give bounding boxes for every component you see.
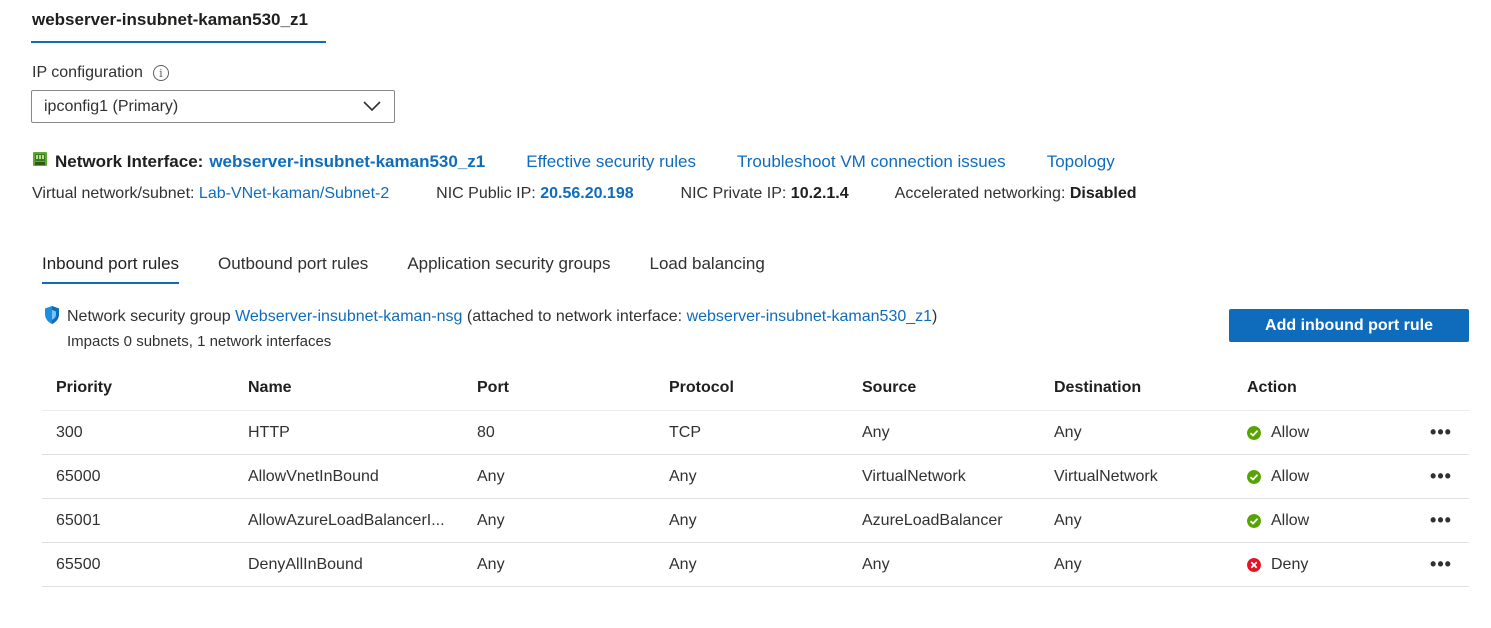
shield-icon xyxy=(45,306,59,324)
cell-priority: 65000 xyxy=(56,467,101,485)
header-priority[interactable]: Priority xyxy=(42,379,234,397)
private-ip-value: 10.2.1.4 xyxy=(790,185,849,202)
public-ip-label: NIC Public IP: xyxy=(436,185,536,202)
cell-source: Any xyxy=(862,555,890,573)
ip-configuration-selected: ipconfig1 (Primary) xyxy=(44,97,179,115)
more-icon[interactable]: ••• xyxy=(1413,466,1469,487)
header-port[interactable]: Port xyxy=(463,379,655,397)
ip-configuration-dropdown[interactable]: ipconfig1 (Primary) xyxy=(31,90,395,123)
nic-meta-line: Virtual network/subnet: Lab-VNet-kaman/S… xyxy=(32,185,1137,203)
nsg-description: Network security group Webserver-insubne… xyxy=(44,306,938,327)
vnet-subnet-link[interactable]: Lab-VNet-kaman/Subnet-2 xyxy=(199,185,389,202)
accelerated-networking-label: Accelerated networking: xyxy=(894,185,1066,202)
cell-destination: Any xyxy=(1054,423,1082,441)
cell-source: Any xyxy=(862,423,890,441)
nsg-nic-link[interactable]: webserver-insubnet-kaman530_z1 xyxy=(687,308,932,326)
cell-port: 80 xyxy=(477,423,495,441)
cell-action-label: Allow xyxy=(1271,423,1310,441)
table-row[interactable]: 65500 DenyAllInBound Any Any Any Any Den… xyxy=(42,543,1469,587)
cell-priority: 65001 xyxy=(56,511,101,529)
accelerated-networking-value: Disabled xyxy=(1069,185,1137,202)
troubleshoot-vm-connection-link[interactable]: Troubleshoot VM connection issues xyxy=(737,152,1006,172)
cell-name: AllowAzureLoadBalancerI... xyxy=(248,511,445,529)
cell-protocol: Any xyxy=(669,467,697,485)
network-interface-name-link[interactable]: webserver-insubnet-kaman530_z1 xyxy=(209,152,485,172)
more-icon[interactable]: ••• xyxy=(1413,554,1469,575)
topology-link[interactable]: Topology xyxy=(1047,152,1115,172)
cell-action: Allow xyxy=(1233,468,1413,486)
more-icon[interactable]: ••• xyxy=(1413,510,1469,531)
header-source[interactable]: Source xyxy=(848,379,1040,397)
nsg-impacts: Impacts 0 subnets, 1 network interfaces xyxy=(67,333,332,350)
table-row[interactable]: 65001 AllowAzureLoadBalancerI... Any Any… xyxy=(42,499,1469,543)
nsg-suffix: ) xyxy=(932,308,938,325)
cell-port: Any xyxy=(477,467,505,485)
tab-outbound-port-rules[interactable]: Outbound port rules xyxy=(218,254,368,284)
nsg-middle: (attached to network interface: xyxy=(466,308,683,325)
network-interface-label: Network Interface: xyxy=(55,152,204,171)
cell-name: HTTP xyxy=(248,423,290,441)
check-circle-icon xyxy=(1247,425,1261,440)
cell-action: Deny xyxy=(1233,556,1413,574)
check-circle-icon xyxy=(1247,513,1261,528)
cell-port: Any xyxy=(477,511,505,529)
header-destination[interactable]: Destination xyxy=(1040,379,1233,397)
cell-protocol: Any xyxy=(669,511,697,529)
private-ip-label: NIC Private IP: xyxy=(680,185,787,202)
ip-configuration-label-text: IP configuration xyxy=(32,64,143,81)
error-circle-icon xyxy=(1247,557,1261,572)
public-ip-link[interactable]: 20.56.20.198 xyxy=(540,185,633,202)
table-header: Priority Name Port Protocol Source Desti… xyxy=(42,366,1469,411)
cell-protocol: Any xyxy=(669,555,697,573)
nsg-prefix: Network security group xyxy=(67,308,231,325)
table-row[interactable]: 65000 AllowVnetInBound Any Any VirtualNe… xyxy=(42,455,1469,499)
cell-name: AllowVnetInBound xyxy=(248,467,379,485)
rules-tabs: Inbound port rules Outbound port rules A… xyxy=(42,254,804,284)
cell-destination: VirtualNetwork xyxy=(1054,467,1158,485)
add-inbound-port-rule-button[interactable]: Add inbound port rule xyxy=(1229,309,1469,342)
cell-action-label: Deny xyxy=(1271,555,1309,573)
cell-name: DenyAllInBound xyxy=(248,555,363,573)
cell-priority: 300 xyxy=(56,423,83,441)
nic-tab-underline xyxy=(31,41,326,43)
cell-action: Allow xyxy=(1233,424,1413,442)
more-icon[interactable]: ••• xyxy=(1413,422,1469,443)
header-name[interactable]: Name xyxy=(234,379,463,397)
tab-inbound-port-rules[interactable]: Inbound port rules xyxy=(42,254,180,284)
cell-protocol: TCP xyxy=(669,423,701,441)
network-interface-line: Network Interface: webserver-insubnet-ka… xyxy=(32,152,1115,172)
cell-source: VirtualNetwork xyxy=(862,467,966,485)
ip-configuration-label: IP configuration i xyxy=(32,64,169,82)
check-circle-icon xyxy=(1247,469,1261,484)
cell-action-label: Allow xyxy=(1271,467,1310,485)
tab-load-balancing[interactable]: Load balancing xyxy=(649,254,764,284)
cell-action-label: Allow xyxy=(1271,511,1310,529)
nsg-name-link[interactable]: Webserver-insubnet-kaman-nsg xyxy=(235,308,462,326)
cell-port: Any xyxy=(477,555,505,573)
cell-destination: Any xyxy=(1054,555,1082,573)
table-row[interactable]: 300 HTTP 80 TCP Any Any Allow ••• xyxy=(42,411,1469,455)
cell-source: AzureLoadBalancer xyxy=(862,511,1003,529)
nic-tab[interactable]: webserver-insubnet-kaman530_z1 xyxy=(32,10,308,30)
header-protocol[interactable]: Protocol xyxy=(655,379,848,397)
chevron-down-icon xyxy=(363,101,381,112)
tab-application-security-groups[interactable]: Application security groups xyxy=(407,254,610,284)
inbound-rules-table: Priority Name Port Protocol Source Desti… xyxy=(42,366,1469,587)
effective-security-rules-link[interactable]: Effective security rules xyxy=(526,152,696,172)
cell-destination: Any xyxy=(1054,511,1082,529)
header-action[interactable]: Action xyxy=(1233,379,1413,397)
info-icon[interactable]: i xyxy=(152,65,169,81)
cell-priority: 65500 xyxy=(56,555,101,573)
network-interface-icon xyxy=(33,152,47,166)
vnet-label: Virtual network/subnet: xyxy=(32,185,195,202)
cell-action: Allow xyxy=(1233,512,1413,530)
